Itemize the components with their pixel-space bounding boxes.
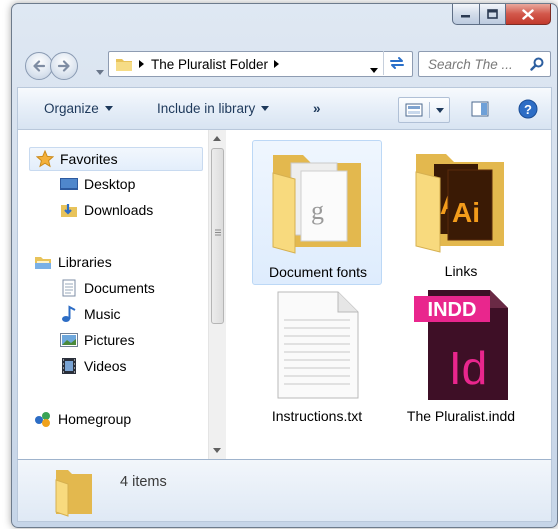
file-item-the-pluralist-indd[interactable]: INDD Id The Pluralist.indd bbox=[396, 288, 526, 433]
homegroup-icon bbox=[34, 410, 52, 428]
folder-icon: g bbox=[272, 155, 361, 254]
help-icon: ? bbox=[518, 99, 538, 119]
nav-item-label: Homegroup bbox=[58, 411, 132, 427]
organize-label: Organize bbox=[44, 101, 99, 116]
breadcrumb-chevron-icon[interactable] bbox=[139, 60, 145, 68]
minimize-button[interactable] bbox=[452, 4, 480, 25]
nav-item-documents[interactable]: Documents bbox=[60, 279, 155, 297]
forward-button[interactable] bbox=[50, 52, 78, 80]
command-bar: Organize Include in library » ? bbox=[17, 87, 552, 130]
chevron-down-icon bbox=[96, 70, 104, 75]
file-item-instructions[interactable]: Instructions.txt bbox=[252, 288, 382, 433]
address-history-dropdown[interactable] bbox=[370, 61, 378, 76]
preview-pane-icon bbox=[471, 101, 489, 117]
breadcrumb-item[interactable]: The Pluralist Folder bbox=[151, 57, 268, 72]
navigation-pane: Favorites Desktop Downloads Libraries Do… bbox=[18, 130, 208, 459]
file-name: Instructions.txt bbox=[271, 408, 363, 424]
search-box[interactable]: Search The ... bbox=[418, 51, 551, 77]
nav-item-label: Downloads bbox=[84, 202, 154, 218]
search-icon[interactable] bbox=[530, 57, 544, 71]
include-in-library-menu[interactable]: Include in library bbox=[157, 101, 270, 116]
nav-item-libraries[interactable]: Libraries bbox=[34, 253, 112, 271]
search-placeholder[interactable]: Search The ... bbox=[419, 57, 530, 72]
close-icon bbox=[522, 8, 534, 20]
caption-buttons bbox=[452, 4, 551, 25]
nav-item-downloads[interactable]: Downloads bbox=[60, 201, 153, 219]
indesign-file-icon: INDD Id bbox=[414, 290, 508, 400]
refresh-icon bbox=[390, 57, 404, 69]
chevron-down-icon bbox=[435, 107, 444, 113]
explorer-window: The Pluralist Folder Search The ... Orga… bbox=[11, 3, 558, 528]
file-name: Links bbox=[444, 263, 478, 279]
close-button[interactable] bbox=[506, 4, 551, 25]
nav-item-label: Videos bbox=[84, 358, 127, 374]
help-button[interactable]: ? bbox=[515, 97, 541, 121]
nav-item-desktop[interactable]: Desktop bbox=[60, 175, 135, 193]
minimize-icon bbox=[461, 15, 470, 18]
breadcrumb-chevron-icon[interactable] bbox=[274, 60, 280, 68]
include-in-library-label: Include in library bbox=[157, 101, 256, 116]
nav-pane-scrollbar[interactable] bbox=[208, 130, 226, 459]
nav-item-label: Pictures bbox=[84, 332, 135, 348]
file-name: The Pluralist.indd bbox=[406, 408, 516, 424]
star-icon bbox=[36, 150, 54, 168]
more-commands-label: » bbox=[313, 101, 321, 116]
file-list: g Document fonts Ai Ai Links bbox=[226, 130, 553, 459]
view-icon bbox=[405, 103, 422, 117]
nav-item-homegroup[interactable]: Homegroup bbox=[34, 410, 131, 428]
details-pane: 4 items bbox=[17, 459, 552, 522]
scrollbar-thumb[interactable] bbox=[211, 148, 224, 324]
svg-text:?: ? bbox=[524, 102, 532, 117]
main-content: Favorites Desktop Downloads Libraries Do… bbox=[17, 130, 552, 459]
preview-pane-button[interactable] bbox=[467, 97, 493, 121]
nav-item-label: Libraries bbox=[58, 254, 112, 270]
organize-menu[interactable]: Organize bbox=[44, 101, 113, 116]
navigation-row: The Pluralist Folder Search The ... bbox=[12, 46, 557, 82]
nav-item-label: Music bbox=[84, 306, 121, 322]
scroll-down-arrow-icon[interactable] bbox=[213, 448, 221, 453]
nav-item-label: Documents bbox=[84, 280, 155, 296]
file-name: Document fonts bbox=[268, 264, 368, 280]
svg-text:g: g bbox=[311, 196, 324, 225]
file-item-links[interactable]: Ai Ai Links bbox=[396, 140, 526, 285]
documents-icon bbox=[60, 279, 78, 297]
grip-icon bbox=[215, 229, 221, 236]
chevron-down-icon bbox=[370, 68, 378, 73]
more-commands-button[interactable]: » bbox=[313, 101, 321, 116]
back-arrow-icon bbox=[33, 60, 46, 72]
nav-item-label: Favorites bbox=[60, 151, 118, 167]
libraries-icon bbox=[34, 253, 52, 271]
indesign-glyph: Id bbox=[449, 342, 487, 394]
forward-arrow-icon bbox=[57, 60, 70, 72]
scroll-up-arrow-icon[interactable] bbox=[213, 136, 221, 141]
nav-item-favorites[interactable]: Favorites bbox=[29, 147, 203, 171]
nav-item-videos[interactable]: Videos bbox=[60, 357, 127, 375]
nav-item-music[interactable]: Music bbox=[60, 305, 121, 323]
address-bar[interactable]: The Pluralist Folder bbox=[108, 51, 413, 77]
maximize-icon bbox=[487, 9, 498, 19]
downloads-icon bbox=[60, 201, 78, 219]
videos-icon bbox=[60, 357, 78, 375]
item-count: 4 items bbox=[120, 474, 167, 490]
text-file-icon bbox=[277, 291, 359, 399]
maximize-button[interactable] bbox=[480, 4, 506, 25]
svg-text:Ai: Ai bbox=[452, 197, 480, 228]
recent-pages-dropdown[interactable] bbox=[96, 62, 104, 80]
back-button[interactable] bbox=[25, 52, 53, 80]
folder-icon bbox=[55, 470, 92, 517]
indd-badge: INDD bbox=[428, 299, 477, 321]
refresh-button[interactable] bbox=[383, 51, 410, 75]
music-icon bbox=[60, 305, 78, 323]
nav-item-pictures[interactable]: Pictures bbox=[60, 331, 135, 349]
pictures-icon bbox=[60, 331, 78, 349]
desktop-icon bbox=[60, 175, 78, 193]
chevron-down-icon bbox=[104, 106, 113, 111]
folder-icon: Ai Ai bbox=[415, 154, 504, 253]
file-item-document-fonts[interactable]: g Document fonts bbox=[252, 140, 382, 285]
nav-item-label: Desktop bbox=[84, 176, 136, 192]
change-view-button[interactable] bbox=[398, 97, 450, 123]
chevron-down-icon bbox=[261, 106, 270, 111]
folder-icon bbox=[115, 56, 133, 72]
